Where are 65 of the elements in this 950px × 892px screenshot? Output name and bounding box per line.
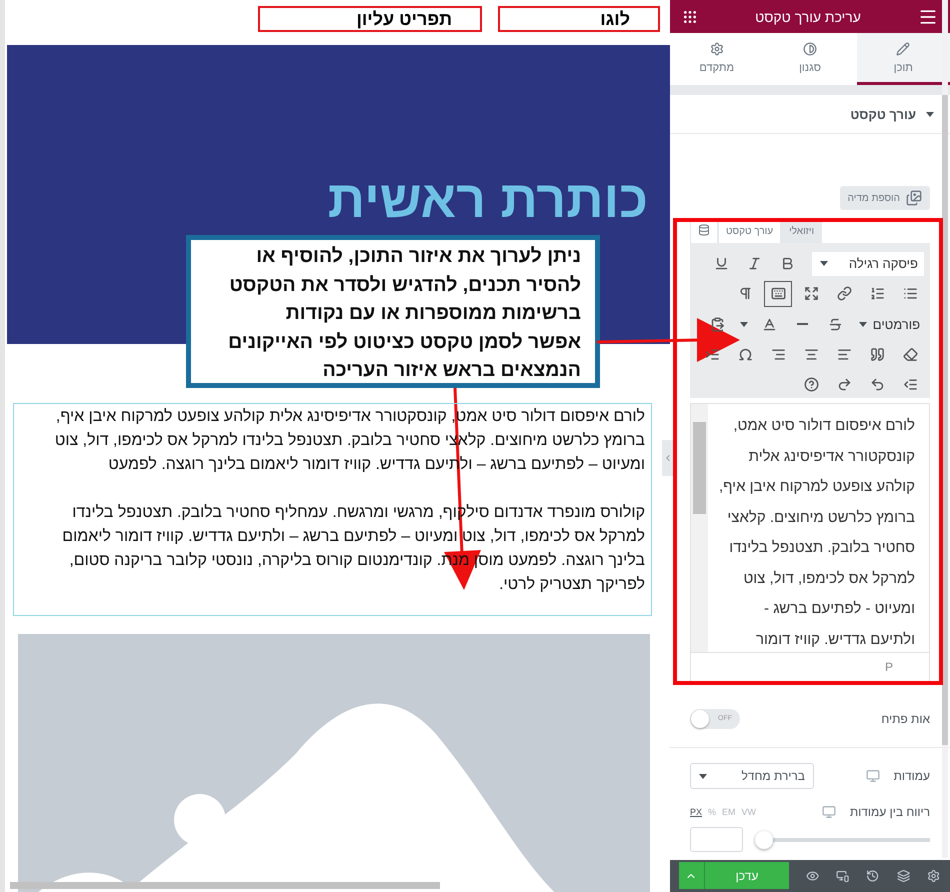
toolbar-toggle-button[interactable] <box>764 280 792 307</box>
indent-icon <box>704 346 720 362</box>
quote-icon <box>870 346 884 362</box>
caret-up-button[interactable] <box>678 862 705 890</box>
caret-icon[interactable] <box>926 112 934 117</box>
caret-icon <box>820 261 828 266</box>
align-center-icon <box>804 346 818 362</box>
gap-input[interactable] <box>690 827 743 852</box>
omega-icon <box>738 346 752 362</box>
formats-menu[interactable]: פורמטים <box>854 312 924 336</box>
format-select[interactable]: פיסקה רגילה <box>812 252 924 276</box>
toolbar-toggle-icon <box>770 286 786 302</box>
caret-icon <box>699 774 707 779</box>
annotation-text: ניתן לערוך את איזור התוכן, להוסיף או להסיר תכנים, להדגיש ולסדר את הטקסט ברשימות ממוספרות או עם נקודות <box>228 244 581 326</box>
monitor-icon <box>866 769 880 784</box>
eraser-icon <box>902 346 918 362</box>
column-gap-label: ריווח בין עמודות <box>850 805 930 820</box>
align-right-icon <box>770 346 786 362</box>
text-widget[interactable] <box>13 402 652 616</box>
redo-icon <box>836 377 852 392</box>
italic-icon <box>746 256 762 272</box>
element-path: P <box>690 653 930 682</box>
fullscreen-icon <box>804 286 818 302</box>
numbered-list-icon <box>870 286 884 302</box>
images-icon <box>906 190 922 206</box>
caret-icon <box>740 322 748 327</box>
update-button[interactable]: עדכן <box>704 862 789 890</box>
panel-title: עריכת עורך טקסט <box>755 8 861 25</box>
strikethrough-icon <box>828 316 844 332</box>
stack-icon <box>698 224 710 236</box>
section-title[interactable]: עורך טקסט <box>850 106 916 122</box>
history-icon <box>866 868 880 884</box>
half-circle-icon <box>803 42 818 56</box>
link-icon <box>836 286 852 302</box>
collapse-handle[interactable] <box>662 440 674 476</box>
undo-icon <box>870 377 884 392</box>
underline-icon <box>714 256 728 272</box>
outdent-icon <box>902 377 918 392</box>
paragraph-icon <box>738 286 752 302</box>
help-icon <box>804 377 818 392</box>
text-color-icon <box>762 316 778 332</box>
gear-icon <box>926 868 940 884</box>
slider-thumb[interactable] <box>755 830 773 849</box>
caret-icon <box>858 322 867 327</box>
columns-label: עמודות <box>894 769 930 784</box>
columns-select[interactable]: ברירת מחדל <box>690 763 814 790</box>
monitor-icon <box>822 805 836 820</box>
header-placeholder[interactable]: לוגו <box>498 6 660 32</box>
drop-cap-label: אות פתיח <box>881 712 930 726</box>
scrollbar[interactable] <box>10 882 440 889</box>
scrollbar[interactable] <box>691 404 708 652</box>
main-heading[interactable]: כותרת ראשית <box>328 170 648 230</box>
pencil-icon <box>896 42 910 56</box>
align-left-icon <box>836 346 852 362</box>
paste-icon <box>710 316 726 332</box>
panel-tab[interactable]: תוכן <box>856 33 950 86</box>
annotation-text: אפשר לסמן טקסט כציטוט לפי האייקונים הנמצאים בראש איזור העריכה <box>227 330 581 383</box>
add-media-button[interactable]: הוספת מדיה <box>840 186 930 210</box>
unit-option[interactable]: PX <box>690 807 702 818</box>
layers-icon <box>896 868 910 884</box>
bullet-list-icon <box>902 286 918 302</box>
header-placeholder[interactable]: תפריט עליון <box>258 6 482 32</box>
scrollbar[interactable] <box>942 0 948 858</box>
gear-icon <box>710 42 724 56</box>
grid-icon[interactable] <box>682 8 698 25</box>
